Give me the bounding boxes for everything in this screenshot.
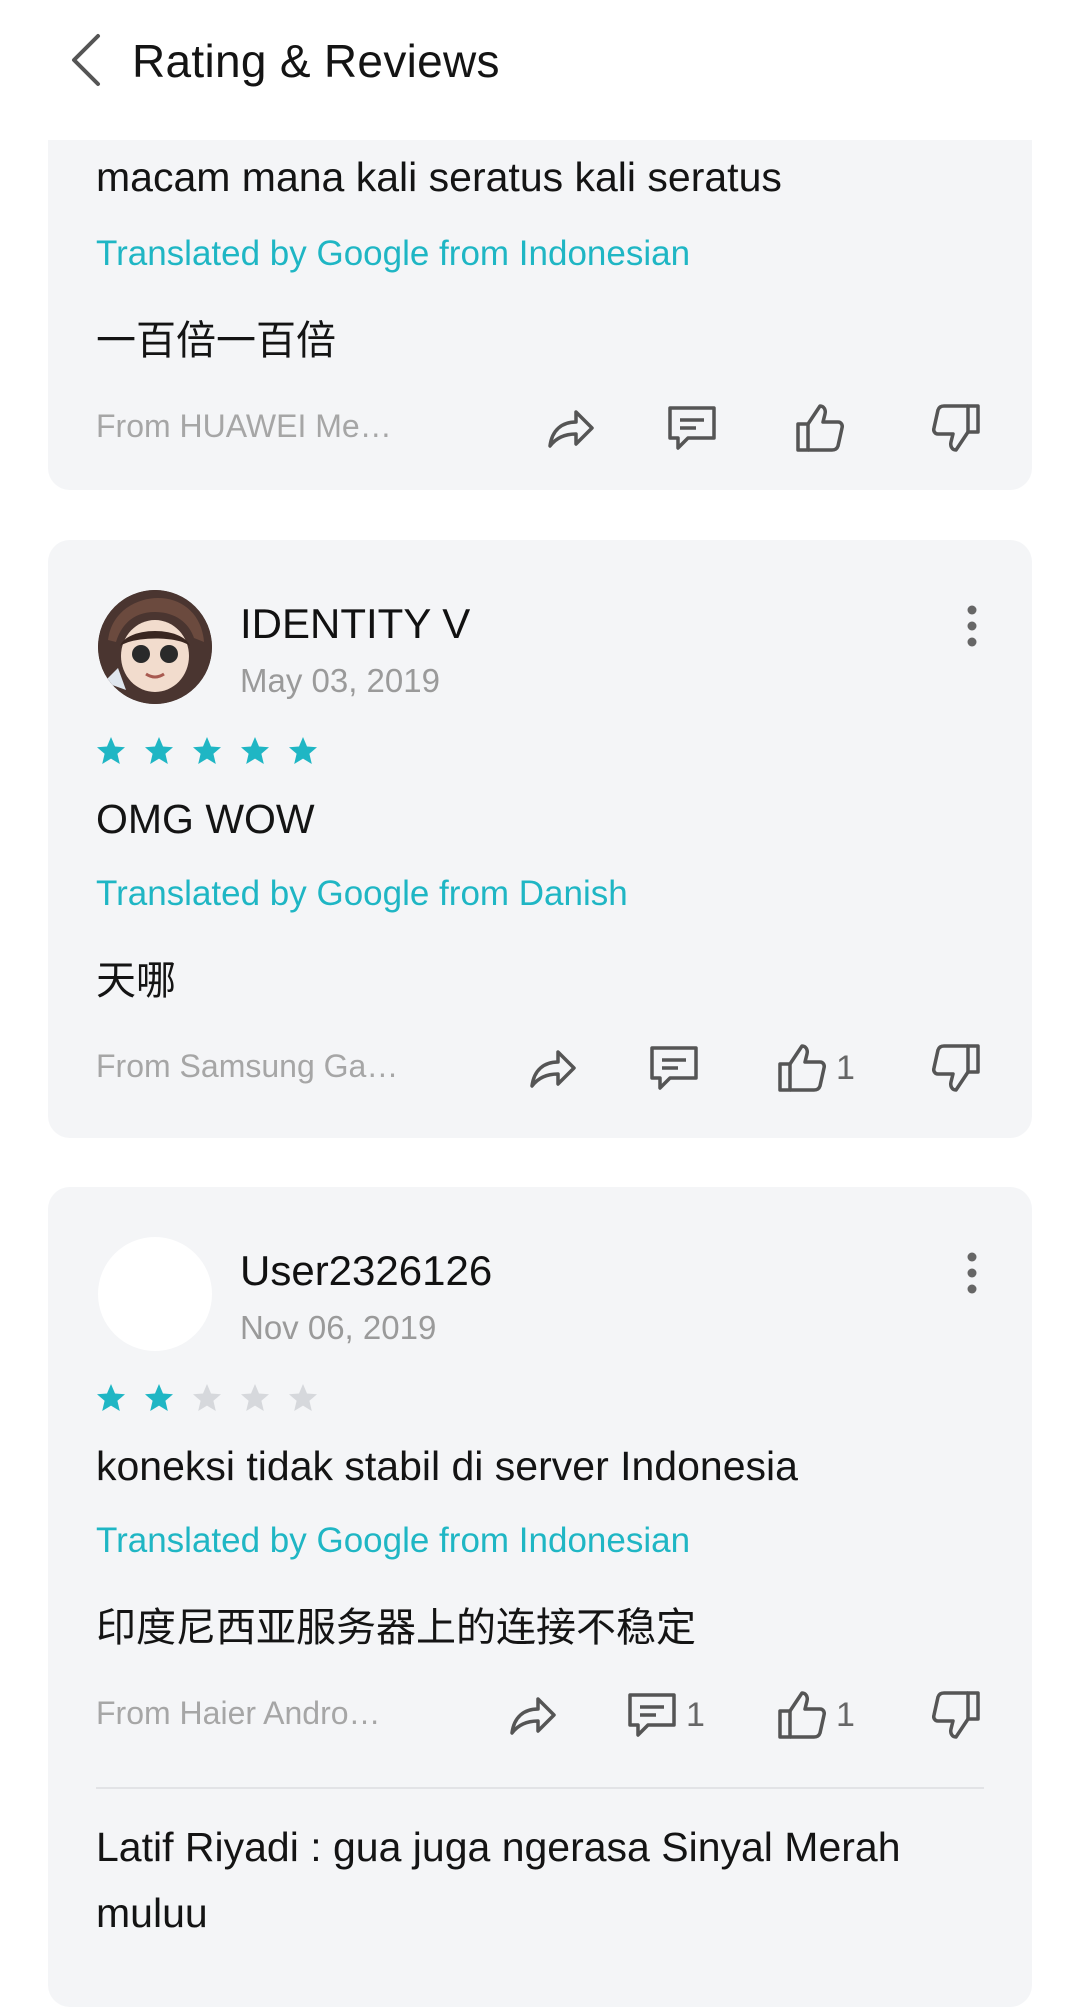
review-text: koneksi tidak stabil di server Indonesia xyxy=(96,1443,798,1489)
chevron-left-icon[interactable] xyxy=(64,32,112,88)
page-title: Rating & Reviews xyxy=(132,35,500,87)
review-translation: 印度尼西亚服务器上的连接不稳定 xyxy=(96,1606,696,1650)
comment-button[interactable] xyxy=(646,1040,708,1096)
star-empty-icon xyxy=(240,1383,270,1413)
star-filled-icon xyxy=(192,736,222,766)
review-date: Nov 06, 2019 xyxy=(240,1309,437,1346)
share-icon xyxy=(530,1050,576,1088)
header-bar: Rating & Reviews xyxy=(0,0,1080,140)
star-filled-icon xyxy=(96,736,126,766)
like-count: 1 xyxy=(836,1048,855,1087)
more-options-icon[interactable] xyxy=(962,604,982,648)
avatar[interactable] xyxy=(98,590,212,704)
like-count: 1 xyxy=(836,1695,855,1734)
reply-comment[interactable]: Latif Riyadi : gua juga ngerasa Sinyal M… xyxy=(96,1814,996,1946)
comment-icon xyxy=(650,1046,698,1090)
like-button[interactable] xyxy=(792,400,854,456)
review-card: User2326126 Nov 06, 2019 koneksi tidak s… xyxy=(48,1187,1032,2007)
star-rating xyxy=(96,736,318,766)
thumbs-up-icon xyxy=(778,1044,826,1092)
review-text: macam mana kali seratus kali seratus xyxy=(96,154,782,200)
share-icon xyxy=(548,410,594,448)
thumbs-up-icon xyxy=(796,404,844,452)
like-button[interactable]: 1 xyxy=(774,1687,855,1743)
like-button[interactable]: 1 xyxy=(774,1040,855,1096)
dislike-button[interactable] xyxy=(928,400,984,456)
dislike-button[interactable] xyxy=(928,1040,984,1096)
thumbs-down-icon xyxy=(932,404,980,452)
comment-button[interactable] xyxy=(664,400,720,456)
thumbs-up-icon xyxy=(778,1691,826,1739)
review-translation: 一百倍一百倍 xyxy=(96,319,336,363)
star-filled-icon xyxy=(240,736,270,766)
share-button[interactable] xyxy=(542,400,598,456)
review-card: IDENTITY V May 03, 2019 OMG WOW Translat… xyxy=(48,540,1032,1138)
star-rating xyxy=(96,1383,318,1413)
device-source: From HUAWEI Me… xyxy=(96,408,392,444)
translated-by-label[interactable]: Translated by Google from Indonesian xyxy=(96,1521,690,1561)
review-date: May 03, 2019 xyxy=(240,662,440,699)
review-text: OMG WOW xyxy=(96,796,315,842)
star-empty-icon xyxy=(288,1383,318,1413)
share-button[interactable] xyxy=(524,1040,580,1096)
share-icon xyxy=(510,1697,556,1735)
dislike-button[interactable] xyxy=(928,1687,984,1743)
device-source: From Haier Andro… xyxy=(96,1695,381,1731)
share-button[interactable] xyxy=(504,1687,560,1743)
username[interactable]: IDENTITY V xyxy=(240,600,470,648)
comment-button[interactable]: 1 xyxy=(624,1687,705,1743)
comment-icon xyxy=(668,406,716,450)
thumbs-down-icon xyxy=(932,1691,980,1739)
translated-by-label[interactable]: Translated by Google from Danish xyxy=(96,874,628,914)
device-source: From Samsung Ga… xyxy=(96,1048,399,1084)
star-empty-icon xyxy=(192,1383,222,1413)
star-filled-icon xyxy=(144,736,174,766)
divider xyxy=(96,1787,984,1789)
review-card: macam mana kali seratus kali seratus Tra… xyxy=(48,130,1032,490)
star-filled-icon xyxy=(96,1383,126,1413)
thumbs-down-icon xyxy=(932,1044,980,1092)
more-options-icon[interactable] xyxy=(962,1251,982,1295)
username[interactable]: User2326126 xyxy=(240,1247,492,1295)
avatar[interactable] xyxy=(98,1237,212,1351)
review-translation: 天哪 xyxy=(96,959,176,1003)
translated-by-label[interactable]: Translated by Google from Indonesian xyxy=(96,234,690,274)
comment-icon xyxy=(628,1693,676,1737)
star-filled-icon xyxy=(288,736,318,766)
comment-count: 1 xyxy=(686,1695,705,1734)
star-filled-icon xyxy=(144,1383,174,1413)
